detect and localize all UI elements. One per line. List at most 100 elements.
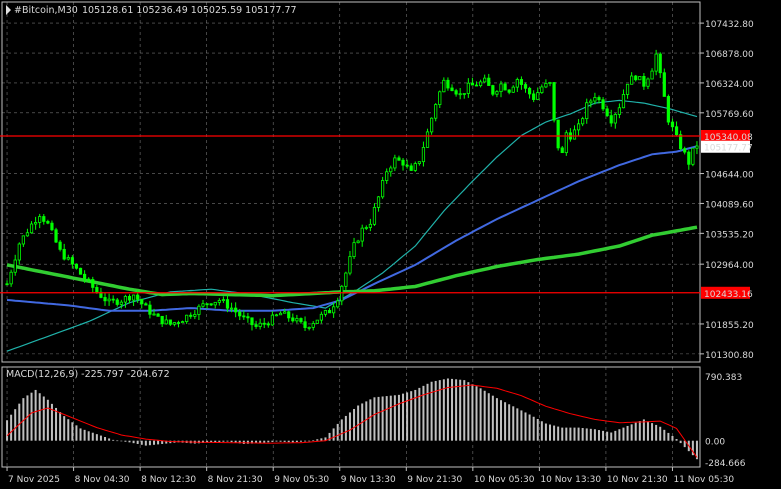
candle-body bbox=[344, 272, 348, 287]
macd-histogram-bar bbox=[487, 393, 490, 441]
macd-histogram-bar bbox=[63, 416, 66, 441]
macd-histogram-bar bbox=[565, 427, 568, 441]
candle-body bbox=[83, 273, 87, 280]
candle-body bbox=[25, 232, 30, 237]
candle-body bbox=[654, 53, 658, 72]
macd-histogram-bar bbox=[651, 423, 654, 441]
candle-body bbox=[576, 123, 581, 131]
candle-body bbox=[434, 104, 438, 119]
candle-body bbox=[254, 324, 258, 327]
macd-histogram-bar bbox=[295, 440, 298, 443]
macd-histogram-bar bbox=[157, 440, 160, 445]
candle-body bbox=[29, 223, 34, 234]
candle-body bbox=[666, 96, 670, 123]
candle-body bbox=[352, 242, 356, 257]
candle-body bbox=[103, 297, 107, 302]
candle-body bbox=[9, 271, 13, 285]
candle-body bbox=[425, 131, 430, 148]
macd-histogram-bar bbox=[389, 395, 392, 441]
macd-histogram-bar bbox=[471, 384, 474, 441]
macd-histogram-bar bbox=[83, 429, 86, 441]
candle-body bbox=[438, 91, 442, 105]
macd-axis-label: 0.00 bbox=[705, 438, 725, 448]
macd-histogram-bar bbox=[557, 426, 560, 441]
candle-body bbox=[381, 180, 385, 198]
candle-body bbox=[323, 310, 328, 315]
candle-body bbox=[336, 300, 340, 308]
macd-histogram-bar bbox=[263, 440, 266, 443]
candle-body bbox=[127, 295, 132, 301]
candle-body bbox=[687, 151, 691, 165]
candle-body bbox=[658, 53, 662, 74]
macd-histogram-bar bbox=[581, 428, 584, 441]
candle-body bbox=[234, 307, 238, 313]
macd-histogram-bar bbox=[410, 391, 413, 441]
macd-histogram-bar bbox=[79, 428, 82, 441]
macd-histogram-bar bbox=[377, 396, 380, 441]
candle-body bbox=[160, 315, 164, 325]
macd-histogram-bar bbox=[124, 440, 127, 442]
macd-histogram-bar bbox=[136, 440, 139, 444]
macd-histogram-bar bbox=[532, 416, 535, 441]
candle-body bbox=[642, 76, 646, 87]
candle-body bbox=[385, 171, 389, 181]
macd-histogram-bar bbox=[426, 383, 429, 441]
candle-body bbox=[172, 322, 177, 325]
macd-histogram-bar bbox=[87, 431, 90, 441]
candle-body bbox=[185, 314, 189, 322]
candle-body bbox=[638, 76, 642, 81]
macd-histogram-bar bbox=[128, 440, 131, 443]
macd-histogram-bar bbox=[540, 421, 543, 441]
time-axis-label: 9 Nov 13:30 bbox=[341, 475, 396, 485]
candle-body bbox=[430, 117, 434, 133]
time-axis-label: 7 Nov 2025 bbox=[8, 475, 60, 485]
candle-body bbox=[462, 93, 466, 95]
candle-body bbox=[556, 119, 560, 149]
candle-body bbox=[152, 313, 156, 316]
candle-body bbox=[523, 84, 528, 89]
candle-body bbox=[552, 82, 556, 121]
macd-histogram-bar bbox=[475, 386, 478, 441]
candle-body bbox=[617, 107, 621, 115]
candle-body bbox=[630, 75, 634, 85]
candle-body bbox=[225, 299, 230, 309]
candle-body bbox=[91, 279, 95, 288]
candle-body bbox=[164, 319, 168, 325]
candle-body bbox=[21, 235, 25, 245]
macd-histogram-bar bbox=[226, 440, 229, 442]
macd-histogram-bar bbox=[75, 425, 78, 441]
candle-body bbox=[458, 93, 462, 96]
candle-body bbox=[74, 263, 79, 269]
candle-body bbox=[442, 79, 446, 93]
candle-body bbox=[515, 79, 519, 88]
macd-histogram-bar bbox=[304, 440, 307, 442]
candle-body bbox=[417, 161, 421, 164]
candle-body bbox=[405, 164, 409, 167]
candle-body bbox=[454, 90, 458, 95]
candle-body bbox=[189, 314, 193, 317]
candle-body bbox=[695, 145, 699, 149]
price-chart[interactable]: 105340.08102433.16105177.77 790.3830.00-… bbox=[0, 0, 781, 489]
ohlc-values: 105128.61 105236.49 105025.59 105177.77 bbox=[82, 5, 297, 16]
candle-body bbox=[532, 93, 536, 100]
candle-body bbox=[589, 100, 593, 104]
macd-histogram-bar bbox=[218, 440, 221, 442]
candle-body bbox=[581, 118, 585, 125]
macd-histogram-bar bbox=[459, 379, 462, 441]
macd-histogram-bar bbox=[144, 440, 147, 446]
macd-axis-label: -284.666 bbox=[705, 459, 746, 469]
candle-body bbox=[266, 323, 270, 326]
macd-histogram-bar bbox=[520, 410, 523, 441]
macd-histogram-bar bbox=[112, 439, 115, 441]
macd-histogram-bar bbox=[10, 414, 13, 441]
candle-body bbox=[213, 301, 217, 306]
candle-body bbox=[66, 257, 70, 260]
candle-body bbox=[540, 86, 544, 94]
candle-body bbox=[62, 248, 66, 260]
candle-body bbox=[474, 84, 479, 87]
candle-body bbox=[536, 92, 540, 100]
candle-body bbox=[646, 78, 650, 87]
candle-body bbox=[585, 102, 589, 120]
macd-histogram-bar bbox=[638, 421, 641, 441]
macd-histogram-bar bbox=[348, 412, 351, 441]
